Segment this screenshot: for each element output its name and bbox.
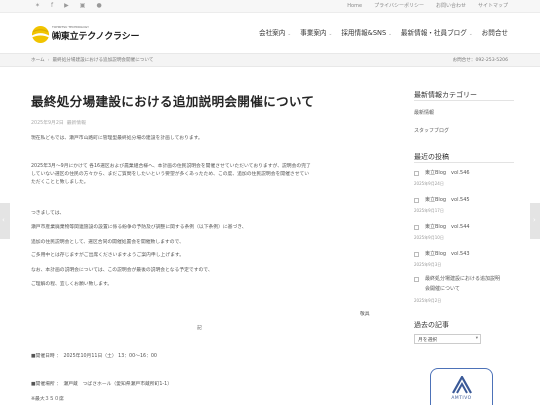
post-paragraph: つきましては、 bbox=[31, 211, 65, 216]
post-paragraph: ご多用中とは存じますがご出席くださいますようご案内申し上げます。 bbox=[31, 253, 185, 258]
contact-phone: お問合せ：092-253-5206 bbox=[452, 58, 508, 63]
logo-text: ㈱東立テクノクラシー bbox=[52, 32, 140, 42]
archive-select-value: 月を選択 bbox=[418, 338, 438, 343]
facebook-icon[interactable]: f bbox=[51, 2, 53, 10]
twitter-icon[interactable]: ✶ bbox=[35, 2, 40, 10]
sitemap-link[interactable]: サイトマップ bbox=[478, 3, 508, 10]
breadcrumb: ホーム › 最終処分場建設における追加説明会開催について bbox=[31, 57, 153, 63]
event-date: ■開催日時 ： 2025年10月11日（土） 13：00〜16：00 bbox=[31, 354, 157, 359]
archive-widget-title: 過去の記事 bbox=[414, 321, 449, 329]
prev-post-arrow[interactable]: ‹ bbox=[0, 203, 10, 239]
divider bbox=[414, 100, 514, 101]
breadcrumb-current: 最終処分場建設における追加説明会開催について bbox=[52, 58, 154, 63]
chevron-left-icon: ‹ bbox=[2, 216, 5, 224]
category-link[interactable]: 最新情報 bbox=[414, 109, 434, 116]
top-utility-bar: ✶ f ▶ ▣ ● Home プライバシーポリシー お問い合わせ サイトマップ bbox=[0, 0, 540, 13]
next-post-arrow[interactable]: › bbox=[530, 203, 540, 239]
breadcrumb-separator-icon: › bbox=[47, 58, 50, 63]
categories-widget-title: 最新情報カテゴリー bbox=[414, 91, 477, 99]
nav-news-blog[interactable]: 最新情報・社員ブログ ⌄ bbox=[401, 29, 473, 39]
post-paragraph: ただくことと致しました。 bbox=[31, 180, 89, 185]
post-paragraph: 2025年3月〜9月にかけて 各16選区および農業組合様へ、本計画の住民説明会を… bbox=[31, 164, 311, 169]
post-thumb-icon bbox=[414, 277, 419, 282]
recent-post-date: 2025年9月10日 bbox=[414, 235, 444, 240]
nav-recruit[interactable]: 採用情報&SNS ⌄ bbox=[341, 29, 392, 39]
event-venue: ■開催場所 ： 瀬戸蔵 つばさホール（愛知県瀬戸市蔵所町1-1） bbox=[31, 382, 173, 387]
event-capacity: ※最大３５０席 bbox=[31, 397, 64, 402]
post-paragraph: 追加の住民説明会として、選区合同の開催処置会を開催致しますので、 bbox=[31, 240, 184, 245]
category-link[interactable]: スタッフブログ bbox=[414, 127, 449, 134]
site-header: TOHRITSU TECHNOLOGY ㈱東立テクノクラシー 会社案内 ⌄ 事業案… bbox=[0, 13, 540, 53]
logo-mark-icon bbox=[31, 25, 50, 44]
breadcrumb-bar: ホーム › 最終処分場建設における追加説明会開催について お問合せ：092-253-… bbox=[0, 53, 540, 67]
post-content: 最終処分場建設における追加説明会開催について 2025年9月2日 最新情報 現在私… bbox=[31, 67, 376, 405]
post-paragraph: していない選区の住民の方々から、まだご質問をしたいという要望が多くあったため、こ… bbox=[31, 172, 310, 177]
main-nav: 会社案内 ⌄ 事業案内 ⌄ 採用情報&SNS ⌄ 最新情報・社員ブログ ⌄ お問合せ bbox=[259, 29, 517, 39]
archive-month-select[interactable]: 月を選択 ▾ bbox=[414, 334, 481, 344]
instagram-icon[interactable]: ▣ bbox=[80, 2, 86, 10]
chevron-right-icon: › bbox=[533, 216, 536, 224]
post-meta: 2025年9月2日 最新情報 bbox=[31, 119, 86, 126]
recent-post-date: 2025年9月3日 bbox=[414, 262, 442, 267]
post-thumb-icon bbox=[414, 225, 419, 230]
closing-keigu: 敬具 bbox=[360, 312, 370, 317]
amtivo-certification-banner[interactable]: AMTIVO bbox=[430, 368, 493, 405]
post-paragraph: なお、本計画の説明会については、この説明会が最後の説明会となる予定ですので、 bbox=[31, 268, 213, 273]
social-links: ✶ f ▶ ▣ ● bbox=[35, 2, 102, 10]
recent-post-link[interactable]: 東立Blog vol.545 bbox=[425, 196, 470, 204]
recent-post-date: 2025年9月2日 bbox=[414, 298, 442, 303]
post-thumb-icon bbox=[414, 252, 419, 257]
post-title: 最終処分場建設における追加説明会開催について bbox=[31, 94, 315, 109]
recent-posts-widget-title: 最近の投稿 bbox=[414, 153, 449, 161]
recent-post-link[interactable]: 東立Blog vol.546 bbox=[425, 169, 470, 177]
home-link[interactable]: Home bbox=[347, 3, 362, 10]
site-logo[interactable]: TOHRITSU TECHNOLOGY ㈱東立テクノクラシー bbox=[31, 23, 151, 45]
chevron-down-icon: ⌄ bbox=[328, 32, 333, 37]
post-paragraph: ご理解の程、宜しくお願い致します。 bbox=[31, 282, 113, 287]
post-paragraph: 現在私どもでは、瀬戸市山路町に管理型最終処分場の建設を計画しております。 bbox=[31, 136, 203, 141]
heading-ki: 記 bbox=[197, 326, 202, 331]
chevron-down-icon: ⌄ bbox=[287, 32, 292, 37]
post-thumb-icon bbox=[414, 171, 419, 176]
chevron-down-icon: ▾ bbox=[475, 336, 478, 341]
recent-post-link[interactable]: 東立Blog vol.543 bbox=[425, 250, 470, 258]
recent-post-link[interactable]: 最終処分場建設における追加説明 bbox=[425, 275, 500, 283]
banner-text: AMTIVO bbox=[451, 396, 472, 401]
divider bbox=[414, 162, 514, 163]
nav-contact[interactable]: お問合せ bbox=[482, 29, 508, 39]
sidebar: 最新情報カテゴリー 最新情報 スタッフブログ 最近の投稿 東立Blog vol.… bbox=[414, 67, 514, 405]
privacy-policy-link[interactable]: プライバシーポリシー bbox=[374, 3, 424, 10]
breadcrumb-home[interactable]: ホーム bbox=[31, 58, 45, 63]
post-category-link[interactable]: 最新情報 bbox=[67, 121, 86, 126]
amtivo-logo-icon bbox=[452, 376, 472, 394]
nav-business[interactable]: 事業案内 ⌄ bbox=[300, 29, 332, 39]
recent-post-date: 2025年9月24日 bbox=[414, 181, 444, 186]
chevron-down-icon: ⌄ bbox=[388, 32, 392, 37]
post-date: 2025年9月2日 bbox=[31, 121, 64, 126]
recent-post-link-cont[interactable]: 会開催について bbox=[425, 285, 460, 293]
recent-post-link[interactable]: 東立Blog vol.544 bbox=[425, 223, 470, 231]
contact-link[interactable]: お問い合わせ bbox=[436, 3, 466, 10]
line-icon[interactable]: ● bbox=[96, 2, 101, 10]
chevron-down-icon: ⌄ bbox=[468, 32, 473, 37]
post-thumb-icon bbox=[414, 198, 419, 203]
post-paragraph: 瀬戸市産業廃棄物等関連施設の設置に係る紛争の予防及び調整に関する条例（以下条例）… bbox=[31, 225, 247, 230]
utility-links: Home プライバシーポリシー お問い合わせ サイトマップ bbox=[347, 3, 508, 10]
nav-company[interactable]: 会社案内 ⌄ bbox=[259, 29, 291, 39]
recent-post-date: 2025年9月17日 bbox=[414, 208, 444, 213]
youtube-icon[interactable]: ▶ bbox=[64, 2, 69, 10]
